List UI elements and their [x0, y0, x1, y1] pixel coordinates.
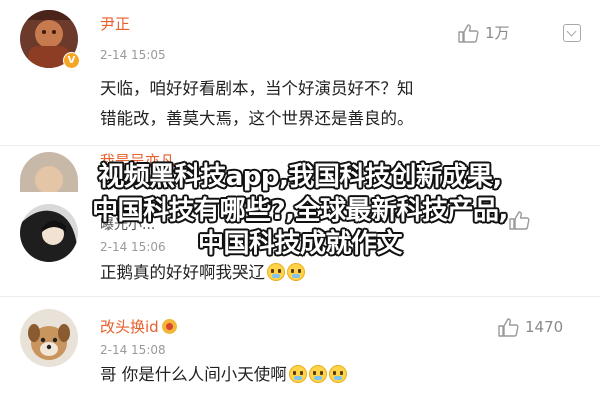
username-text[interactable]: 尹正 [100, 15, 130, 33]
comment-item: V 尹正 2-14 15:05 1万 天临，咱好好看剧本，当个好演员好不？知 错… [0, 0, 600, 146]
crying-emoji-icon [287, 262, 305, 281]
crying-emoji-icon [328, 364, 347, 383]
thumbs-up-icon [458, 23, 479, 43]
username[interactable]: 尹正 [100, 13, 130, 34]
comment-text: 哥 你是什么人间小天使啊 [100, 360, 347, 390]
like-count: 1万 [485, 24, 510, 42]
overlay-caption-line: 中国科技有哪些?,全球最新科技产品, [92, 196, 508, 226]
overlay-caption-line: 中国科技成就作文 [197, 229, 403, 259]
comment-line: 哥 你是什么人间小天使啊 [100, 365, 287, 384]
timestamp: 2-14 15:05 [100, 48, 166, 62]
comment-line: 天临，咱好好看剧本，当个好演员好不？知 [100, 79, 414, 98]
verified-badge-icon: V [63, 52, 80, 69]
username-text[interactable]: 改头换id [100, 318, 159, 336]
like-button[interactable]: 1470 [497, 317, 563, 337]
user-level-icon [161, 319, 177, 334]
more-icon[interactable] [563, 24, 581, 42]
crying-emoji-icon [288, 364, 307, 383]
crying-emoji-icon [308, 364, 327, 383]
like-count: 1470 [525, 318, 564, 336]
timestamp: 2-14 15:08 [100, 343, 166, 357]
comment-item: 改头换id 2-14 15:08 1470 哥 你是什么人间小天使啊 [0, 297, 600, 400]
like-button[interactable]: 1万 [457, 22, 510, 43]
username[interactable]: 改头换id [100, 316, 177, 337]
comment-line: 错能改，善莫大焉，这个世界还是善良的。 [100, 109, 414, 128]
comment-text: 天临，咱好好看剧本，当个好演员好不？知 错能改，善莫大焉，这个世界还是善良的。 [100, 74, 414, 134]
avatar-image [20, 309, 78, 367]
avatar[interactable] [20, 309, 78, 367]
comment-line: 正鹅真的好好啊我哭辽 [100, 263, 265, 282]
thumbs-up-icon [498, 318, 519, 337]
comment-text: 正鹅真的好好啊我哭辽 [100, 258, 305, 288]
overlay-caption-line: 视频黑科技app,我国科技创新成果, [98, 162, 502, 192]
crying-emoji-icon [267, 262, 285, 281]
